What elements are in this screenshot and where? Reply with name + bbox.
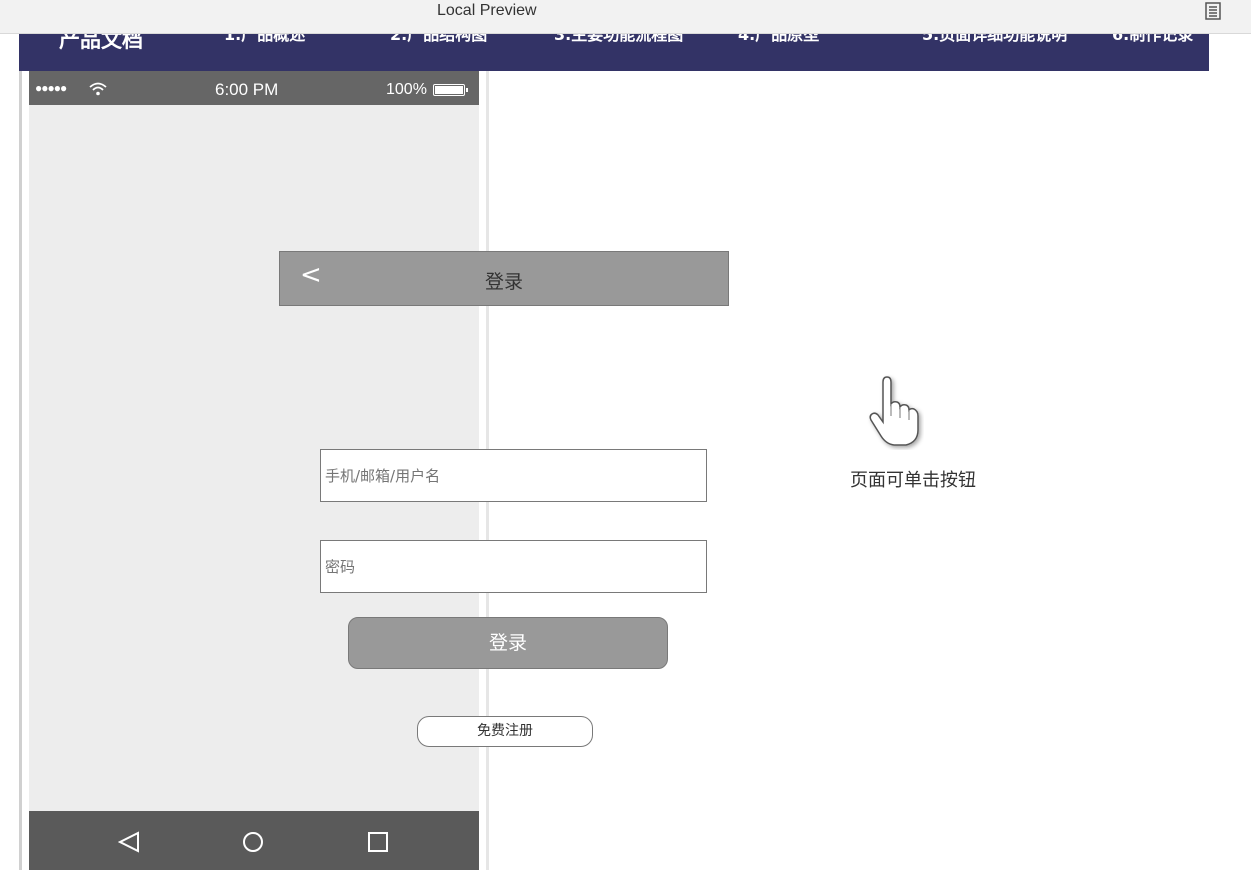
- nav-brand[interactable]: 产品文档: [59, 34, 143, 54]
- battery-percent: 100%: [386, 81, 427, 98]
- wifi-icon: [89, 82, 107, 96]
- nav-item-structure[interactable]: 2.产品结构图: [390, 34, 487, 46]
- login-button[interactable]: 登录: [348, 617, 668, 669]
- page-title: 登录: [484, 271, 523, 293]
- circle-home-icon[interactable]: [242, 831, 264, 853]
- nav-item-overview[interactable]: 1.产品概述: [224, 34, 305, 46]
- click-hint-text: 页面可单击按钮: [850, 470, 976, 491]
- status-time: 6:00 PM: [215, 80, 279, 99]
- left-rail: [19, 71, 22, 870]
- status-bar: ●●●●● 6:00 PM 100%: [29, 71, 479, 105]
- triangle-back-icon[interactable]: [118, 831, 140, 853]
- android-nav-bar: [29, 811, 479, 870]
- signal-strength: ●●●●●: [35, 81, 67, 95]
- window-title: Local Preview: [437, 2, 537, 19]
- doc-navbar: 产品文档 1.产品概述 2.产品结构图 3.主要功能流程图 4.产品原型 5.页…: [19, 34, 1209, 71]
- nav-item-page-details[interactable]: 5.页面详细功能说明: [922, 34, 1067, 46]
- document-list-icon[interactable]: [1205, 2, 1221, 20]
- nav-item-prototype[interactable]: 4.产品原型: [738, 34, 819, 46]
- nav-item-changelog[interactable]: 6.制作记录: [1112, 34, 1193, 46]
- username-input[interactable]: [320, 449, 707, 502]
- password-input[interactable]: [320, 540, 707, 593]
- preview-titlebar: Local Preview: [0, 0, 1251, 34]
- pointing-hand-icon: [869, 376, 919, 446]
- square-recents-icon[interactable]: [367, 831, 389, 853]
- login-header: < 登录: [279, 251, 729, 306]
- register-button[interactable]: 免费注册: [417, 716, 593, 747]
- nav-item-flowchart[interactable]: 3.主要功能流程图: [554, 34, 683, 46]
- battery-icon: [433, 84, 468, 96]
